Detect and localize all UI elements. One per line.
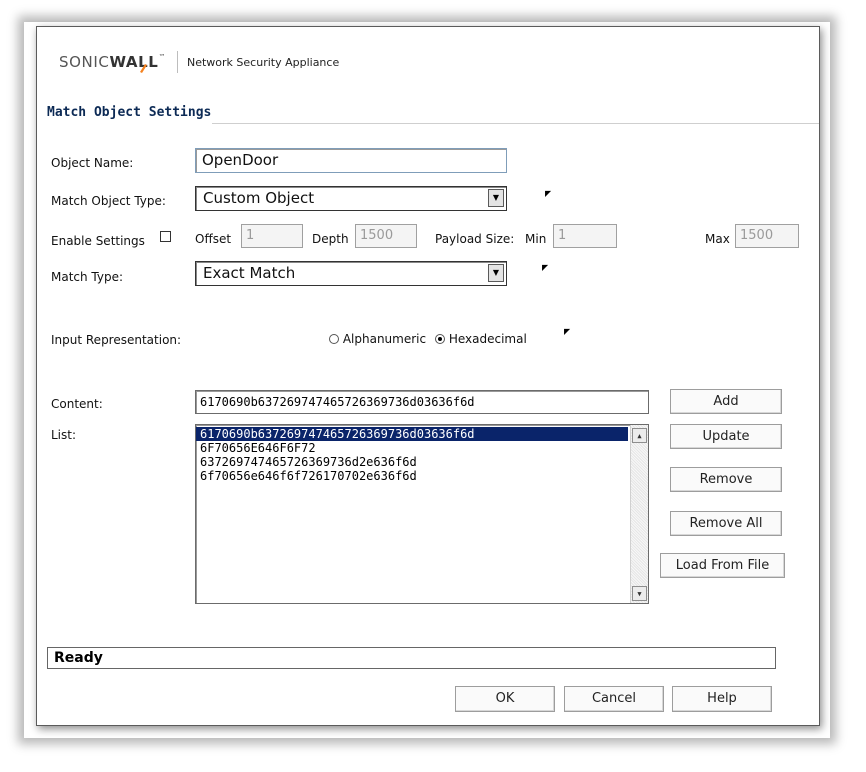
brand-prefix: SONIC (59, 53, 110, 71)
list-item[interactable]: 6170690b637269747465726369736d03636f6d (196, 427, 628, 441)
update-button[interactable]: Update (670, 424, 782, 449)
match-object-type-label: Match Object Type: (51, 194, 166, 208)
depth-input[interactable]: 1500 (355, 224, 417, 248)
help-marker-icon: ◤ (542, 263, 549, 272)
min-input[interactable]: 1 (553, 224, 617, 248)
object-name-label: Object Name: (51, 156, 134, 170)
scroll-up-arrow-icon[interactable]: ▲ (632, 428, 647, 443)
list-item[interactable]: 637269747465726369736d2e636f6d (196, 455, 648, 469)
ok-button[interactable]: OK (455, 686, 555, 712)
cancel-button[interactable]: Cancel (564, 686, 664, 712)
brand-separator (177, 51, 178, 73)
remove-all-button[interactable]: Remove All (670, 511, 782, 536)
sonicwall-logo: SONICWALL™ (59, 53, 167, 73)
depth-label: Depth (312, 232, 349, 246)
section-title: Match Object Settings (47, 105, 212, 120)
help-marker-icon: ◤ (545, 189, 552, 198)
help-marker-icon: ◤ (564, 327, 571, 336)
content-label: Content: (51, 397, 103, 411)
list-items: 6170690b637269747465726369736d03636f6d 6… (196, 425, 648, 483)
radio-hexadecimal-label: Hexadecimal (448, 332, 527, 346)
list-label: List: (51, 428, 77, 442)
offset-label: Offset (195, 232, 232, 246)
max-input[interactable]: 1500 (735, 224, 799, 248)
match-object-type-select[interactable]: Custom Object ▼ (195, 186, 507, 211)
remove-button[interactable]: Remove (670, 467, 782, 492)
radio-alphanumeric-circle[interactable] (329, 334, 339, 344)
max-label: Max (705, 232, 730, 246)
radio-alphanumeric[interactable]: Alphanumeric (329, 332, 426, 346)
radio-alphanumeric-label: Alphanumeric (342, 332, 427, 346)
enable-settings-checkbox[interactable] (160, 231, 171, 242)
brand-suffix: WALL (109, 53, 159, 71)
brand-trademark: ™ (158, 53, 167, 61)
chevron-down-icon[interactable]: ▼ (488, 189, 504, 207)
radio-hexadecimal-circle[interactable] (435, 334, 445, 344)
orange-slash-logo-icon (140, 64, 147, 73)
chevron-down-icon[interactable]: ▼ (488, 264, 504, 282)
status-bar: Ready (47, 647, 776, 669)
payload-size-label: Payload Size: (435, 232, 515, 246)
product-name: Network Security Appliance (187, 56, 340, 69)
match-type-label: Match Type: (51, 270, 124, 284)
match-object-type-value: Custom Object (203, 189, 315, 207)
list-scrollbar[interactable]: ▲ ▼ (630, 425, 648, 603)
content-list[interactable]: 6170690b637269747465726369736d03636f6d 6… (195, 424, 649, 604)
help-button[interactable]: Help (672, 686, 772, 712)
match-type-value: Exact Match (203, 264, 296, 282)
section-divider (212, 123, 819, 124)
add-button[interactable]: Add (670, 389, 782, 414)
min-label: Min (525, 232, 547, 246)
input-representation-label: Input Representation: (51, 333, 182, 347)
radio-hexadecimal[interactable]: Hexadecimal (435, 332, 527, 346)
match-object-dialog: SONICWALL™ Network Security Appliance Ma… (36, 26, 820, 726)
load-from-file-button[interactable]: Load From File (660, 553, 785, 578)
object-name-input[interactable]: OpenDoor (195, 148, 507, 173)
list-item[interactable]: 6f70656e646f6f726170702e636f6d (196, 469, 648, 483)
match-type-select[interactable]: Exact Match ▼ (195, 261, 507, 286)
content-input[interactable]: 6170690b637269747465726369736d03636f6d (195, 390, 649, 414)
scroll-down-arrow-icon[interactable]: ▼ (632, 586, 647, 601)
enable-settings-label: Enable Settings (51, 234, 145, 248)
offset-input[interactable]: 1 (241, 224, 303, 248)
list-item[interactable]: 6F70656E646F6F72 (196, 441, 648, 455)
